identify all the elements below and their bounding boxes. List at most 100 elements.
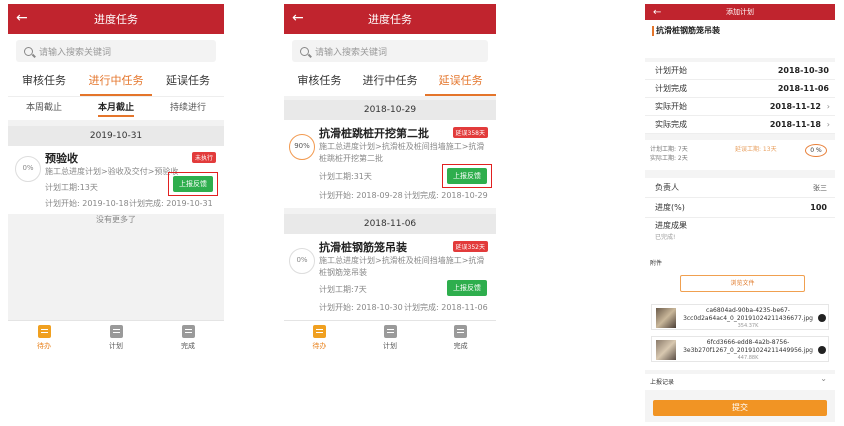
folder-icon [109,325,123,338]
report-record-row[interactable]: 上报记录 ⌄ [645,374,835,390]
progress-label: 进度(%) [655,203,685,212]
task-title-block: 抗滑桩钢筋笼吊装 [645,20,835,58]
folder-icon [383,325,397,338]
task-card[interactable]: 90% 抗滑桩跳桩开挖第二批 延误358天 施工总进度计划>抗滑桩及桩间挡墙施工… [284,120,496,208]
nav-todo[interactable]: 待办 [8,321,80,354]
plan-end-label: 计划完成 [655,84,687,93]
nav-done[interactable]: 完成 [425,321,496,354]
attachment-section: 附件 浏览文件 ca6804ad-90ba-4235-be67- 3cc0d2a… [645,252,835,370]
task-path: 施工总进度计划>抗滑桩及桩间挡墙施工>抗滑 [319,142,485,151]
nav-plan[interactable]: 计划 [355,321,426,354]
report-record-label: 上报记录 [650,379,675,386]
tab-delayed[interactable]: 延误任务 [425,68,496,96]
highlight-frame [442,164,492,188]
task-path-cont: 桩钢筋笼吊装 [319,268,367,277]
inbox-icon [454,325,468,338]
task-period: 计划工期:31天 [319,172,372,181]
attachment-file[interactable]: 6fcd3666-edd8-4a2b-8756- 3e3b270f1267_0_… [651,336,829,362]
nav-plan-label: 计划 [383,342,397,350]
back-arrow-icon[interactable]: ← [653,5,661,21]
remove-file-icon[interactable] [818,314,826,322]
delay-badge: 延误352天 [452,241,488,252]
progress-circle: 0% [289,248,315,274]
actual-end-value: 2018-11-18 [769,120,821,129]
file-thumbnail [656,340,676,360]
plan-end-row: 计划完成 2018-11-06 [645,80,835,98]
file-name-line2: 3cc0d2a64ac4_0_20191024211436677.jpg [683,315,813,322]
nav-done[interactable]: 完成 [152,321,224,354]
header-bar: ← 进度任务 [8,4,224,34]
file-name-line1: ca6804ad-90ba-4235-be67- [706,307,790,314]
task-period: 计划工期:13天 [45,183,98,192]
task-period: 计划工期:7天 [319,285,367,294]
bottom-nav: 待办 计划 完成 [8,320,224,354]
nav-plan[interactable]: 计划 [80,321,152,354]
chevron-right-icon: › [826,102,830,111]
plan-end: 计划完成: 2019-10-31 [129,199,213,208]
task-title: 抗滑桩跳桩开挖第二批 [319,127,429,140]
back-arrow-icon[interactable]: ← [16,10,28,26]
search-icon [24,46,33,56]
tab-in-progress[interactable]: 进行中任务 [80,68,152,96]
bottom-nav: 待办 计划 完成 [284,320,496,354]
subtab-this-week[interactable]: 本周截止 [8,97,80,120]
nav-done-label: 完成 [181,342,195,350]
result-field[interactable]: 进度成果 已完成! [645,218,835,252]
page-title: 添加计划 [726,8,754,16]
actual-start-row[interactable]: 实际开始 2018-11-12 › [645,98,835,116]
date-header: 2019-10-31 [8,126,224,146]
page-title: 进度任务 [368,13,412,26]
back-arrow-icon[interactable]: ← [292,10,304,26]
no-more-text: 没有更多了 [96,215,136,224]
plan-duration: 计划工期: 7天 [650,146,688,153]
tab-in-progress[interactable]: 进行中任务 [355,68,426,96]
remove-file-icon[interactable] [818,346,826,354]
actual-start-label: 实际开始 [655,102,687,111]
progress-input[interactable]: 100 [810,198,827,218]
progress-row[interactable]: 进度(%) 100 [645,198,835,218]
submit-button[interactable]: 提交 [653,400,827,416]
header-bar: ← 添加计划 [645,4,835,20]
actual-end-row[interactable]: 实际完成 2018-11-18 › [645,116,835,134]
task-card[interactable]: 0% 预验收 未执行 施工总进度计划>验收及交付>预验收 计划工期:13天 计划… [8,146,224,214]
tab-delayed[interactable]: 延误任务 [152,68,224,96]
task-card[interactable]: 0% 抗滑桩钢筋笼吊装 延误352天 施工总进度计划>抗滑桩及桩间挡墙施工>抗滑… [284,234,496,320]
attachment-file[interactable]: ca6804ad-90ba-4235-be67- 3cc0d2a64ac4_0_… [651,304,829,330]
phone-screen-1: ← 进度任务 请输入搜索关键词 审核任务 进行中任务 延误任务 本周截止 本月截… [8,4,224,354]
todo-icon [37,325,51,338]
attachment-label: 附件 [650,260,663,267]
task-path: 施工总进度计划>验收及交付>预验收 [45,167,179,176]
search-area: 请输入搜索关键词 [8,34,224,68]
task-title: 抗滑桩钢筋笼吊装 [319,241,407,254]
nav-todo-label: 待办 [312,342,327,350]
subtab-this-month[interactable]: 本月截止 [80,97,152,120]
subtab-ongoing[interactable]: 持续进行 [152,97,224,120]
search-placeholder: 请输入搜索关键词 [315,47,388,58]
owner-row[interactable]: 负责人 张三 [645,178,835,198]
phone-screen-3: ← 添加计划 抗滑桩钢筋笼吊装 计划开始 2018-10-30 计划完成 2018-… [645,4,835,422]
subtab-this-month-label: 本月截止 [97,103,134,117]
browse-files-button[interactable]: 浏览文件 [680,275,805,292]
completion-ratio: 0 % [805,144,827,157]
tab-review[interactable]: 审核任务 [284,68,355,96]
plan-end: 计划完成: 2018-11-06 [404,303,488,312]
task-title: 抗滑桩钢筋笼吊装 [656,26,720,35]
todo-icon [312,325,326,338]
file-thumbnail [656,308,676,328]
plan-end-value: 2018-11-06 [777,84,829,93]
actual-start-value: 2018-11-12 [769,102,821,111]
file-size: 447.88K [737,355,759,361]
nav-todo[interactable]: 待办 [284,321,355,354]
task-path-cont: 桩跳桩开挖第二批 [319,154,383,163]
date-header: 2018-10-29 [284,100,496,120]
task-tabs: 审核任务 进行中任务 延误任务 [284,68,496,96]
search-input[interactable]: 请输入搜索关键词 [292,40,488,62]
nav-plan-label: 计划 [109,342,123,350]
phone-screen-2: ← 进度任务 请输入搜索关键词 审核任务 进行中任务 延误任务 2018-10-… [284,4,496,354]
report-feedback-button[interactable]: 上报反馈 [447,280,487,296]
task-tabs: 审核任务 进行中任务 延误任务 [8,68,224,96]
tab-review[interactable]: 审核任务 [8,68,80,96]
search-input[interactable]: 请输入搜索关键词 [16,40,216,62]
highlight-frame [168,172,218,196]
plan-start: 计划开始: 2018-10-30 [319,303,403,312]
